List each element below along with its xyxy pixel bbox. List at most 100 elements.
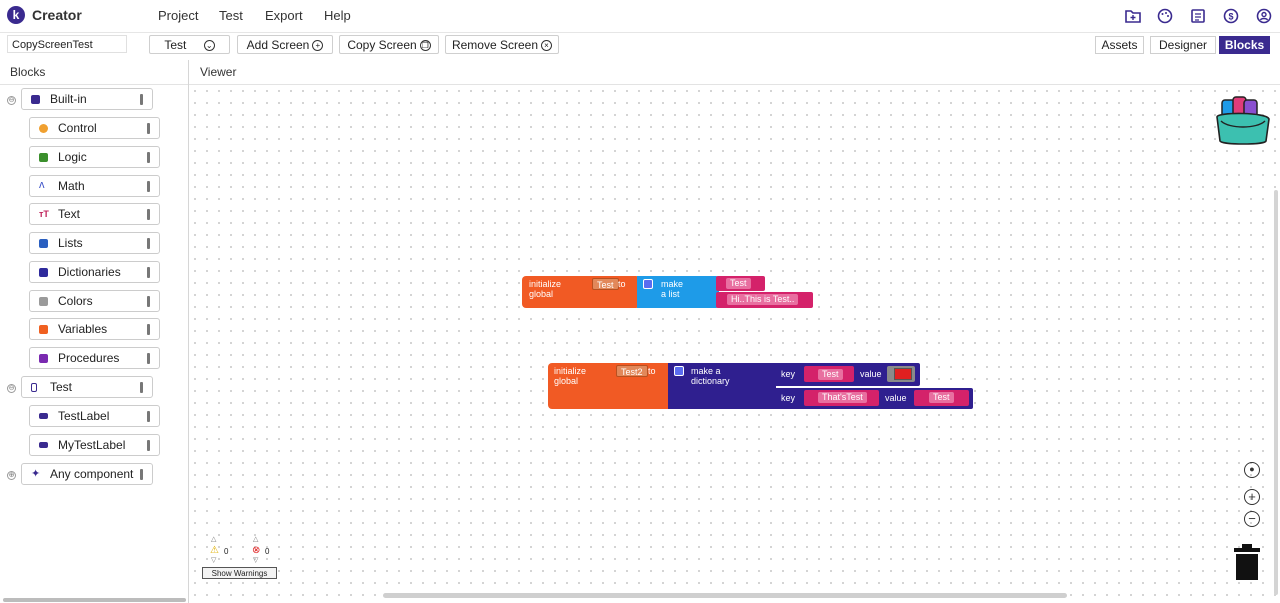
add-screen-button[interactable]: Add Screen + (237, 35, 333, 54)
drag-handle-icon (147, 296, 150, 307)
svg-text:$: $ (1228, 12, 1233, 22)
tree-item-label: Control (58, 121, 97, 135)
drag-handle-icon (147, 440, 150, 451)
tree-item-label: Test (50, 380, 73, 394)
tree-item-lists[interactable]: Lists (29, 232, 160, 254)
initialize-global-label: initialize global (529, 279, 562, 299)
make-a-list-label: make a list (661, 279, 684, 299)
text-value-field[interactable]: Test (929, 392, 954, 403)
menu-export[interactable]: Export (265, 8, 303, 23)
menu-help[interactable]: Help (324, 8, 351, 23)
phone-icon (31, 383, 37, 392)
folder-icon[interactable] (1124, 7, 1142, 25)
tree-item-testlabel[interactable]: TestLabel (29, 405, 160, 427)
tree-item-label: Math (58, 179, 85, 193)
tree-item-colors[interactable]: Colors (29, 290, 160, 312)
tree-item-mytestlabel[interactable]: MyTestLabel (29, 434, 160, 456)
dollar-icon[interactable]: $ (1222, 7, 1240, 25)
drag-handle-icon (147, 123, 150, 134)
drag-handle-icon (140, 94, 143, 105)
drag-handle-icon (147, 181, 150, 192)
brand-name: Creator (32, 7, 82, 23)
tree-item-variables[interactable]: Variables (29, 318, 160, 340)
copy-screen-button[interactable]: Copy Screen ❐ (339, 35, 439, 54)
tree-item-logic[interactable]: Logic (29, 146, 160, 168)
close-circle-icon: × (541, 40, 553, 52)
drag-handle-icon (147, 353, 150, 364)
trash-icon[interactable] (1233, 543, 1261, 581)
workspace-vertical-scrollbar[interactable] (1274, 190, 1278, 595)
menu-project[interactable]: Project (158, 8, 198, 23)
variable-name-field[interactable]: Test (592, 278, 619, 290)
next-error-arrow-icon[interactable]: ▽ (253, 556, 258, 564)
assets-view-button[interactable]: Assets (1095, 36, 1144, 54)
initialize-global-label: initialize global (554, 366, 587, 386)
blocks-workspace[interactable] (189, 85, 1280, 603)
value-label: value (860, 369, 882, 379)
show-warnings-button[interactable]: Show Warnings (202, 567, 277, 579)
builtin-collapse-toggle[interactable]: ⊖ (7, 96, 16, 105)
tree-item-builtin[interactable]: Built-in (21, 88, 153, 110)
drag-handle-icon (147, 152, 150, 163)
gear-icon[interactable] (643, 279, 653, 289)
text-value-field[interactable]: Hi..This is Test.. (727, 294, 799, 305)
blocks-view-button[interactable]: Blocks (1219, 36, 1270, 54)
drag-handle-icon (147, 238, 150, 249)
tree-item-procedures[interactable]: Procedures (29, 347, 160, 369)
tree-item-screen-test[interactable]: Test (21, 376, 153, 398)
paint-roller-icon (39, 297, 48, 306)
tree-item-label: Lists (58, 236, 83, 250)
key-label: key (781, 393, 796, 403)
tree-item-label: MyTestLabel (58, 438, 126, 452)
tree-item-text[interactable]: ᴛT Text (29, 203, 160, 225)
screen-collapse-toggle[interactable]: ⊖ (7, 384, 16, 393)
zoom-out-icon[interactable]: − (1244, 511, 1260, 527)
tree-horizontal-scrollbar[interactable] (3, 598, 186, 602)
dictionary-icon (39, 268, 48, 277)
tree-item-control[interactable]: Control (29, 117, 160, 139)
gear-icon[interactable] (674, 366, 684, 376)
app-logo[interactable]: k (7, 6, 25, 24)
remove-screen-label: Remove Screen (451, 38, 539, 52)
tree-item-label: Logic (58, 150, 87, 164)
backpack-icon[interactable] (1213, 95, 1273, 147)
drag-handle-icon (147, 209, 150, 220)
designer-view-button[interactable]: Designer (1150, 36, 1216, 54)
logic-icon (39, 153, 48, 162)
project-name-field[interactable]: CopyScreenTest (7, 35, 127, 53)
text-value-field[interactable]: Test (726, 278, 751, 289)
any-component-expand-toggle[interactable]: ⊕ (7, 471, 16, 480)
remove-screen-button[interactable]: Remove Screen × (445, 35, 559, 54)
previous-error-arrow-icon[interactable]: △ (253, 535, 258, 543)
to-label: to (648, 366, 656, 376)
workspace-horizontal-scrollbar[interactable] (383, 593, 1067, 598)
blocks-panel-title: Blocks (10, 65, 46, 79)
recenter-icon[interactable]: ● (1244, 462, 1260, 478)
text-value-field[interactable]: That'sTest (818, 392, 867, 403)
account-icon[interactable] (1255, 7, 1273, 25)
tree-item-any-component[interactable]: ✦ Any component (21, 463, 153, 485)
drag-handle-icon (140, 469, 143, 480)
viewer-panel-title: Viewer (200, 65, 237, 79)
previous-warning-arrow-icon[interactable]: △ (211, 535, 216, 543)
menu-test[interactable]: Test (219, 8, 243, 23)
screen-toolbar: CopyScreenTest Test ⌄ Add Screen + Copy S… (0, 33, 1280, 59)
to-label: to (618, 279, 626, 289)
sparkle-icon: ✦ (31, 468, 41, 480)
red-color-swatch[interactable] (894, 368, 912, 380)
zoom-in-icon[interactable]: + (1244, 489, 1260, 505)
key-label: key (781, 369, 796, 379)
text-value-field[interactable]: Test (818, 369, 843, 380)
tree-item-label: Text (58, 207, 81, 221)
grid-icon (31, 95, 40, 104)
next-warning-arrow-icon[interactable]: ▽ (211, 556, 216, 564)
screen-select[interactable]: Test ⌄ (149, 35, 230, 54)
error-icon: ⊗ (252, 545, 261, 556)
variable-name-field[interactable]: Test2 (616, 365, 648, 377)
tree-item-label: Variables (58, 322, 108, 336)
tree-item-dictionaries[interactable]: Dictionaries (29, 261, 160, 283)
tree-item-math[interactable]: ʌ Math (29, 175, 160, 197)
palette-icon[interactable] (1156, 7, 1174, 25)
book-icon[interactable] (1189, 7, 1207, 25)
lists-icon (39, 239, 48, 248)
